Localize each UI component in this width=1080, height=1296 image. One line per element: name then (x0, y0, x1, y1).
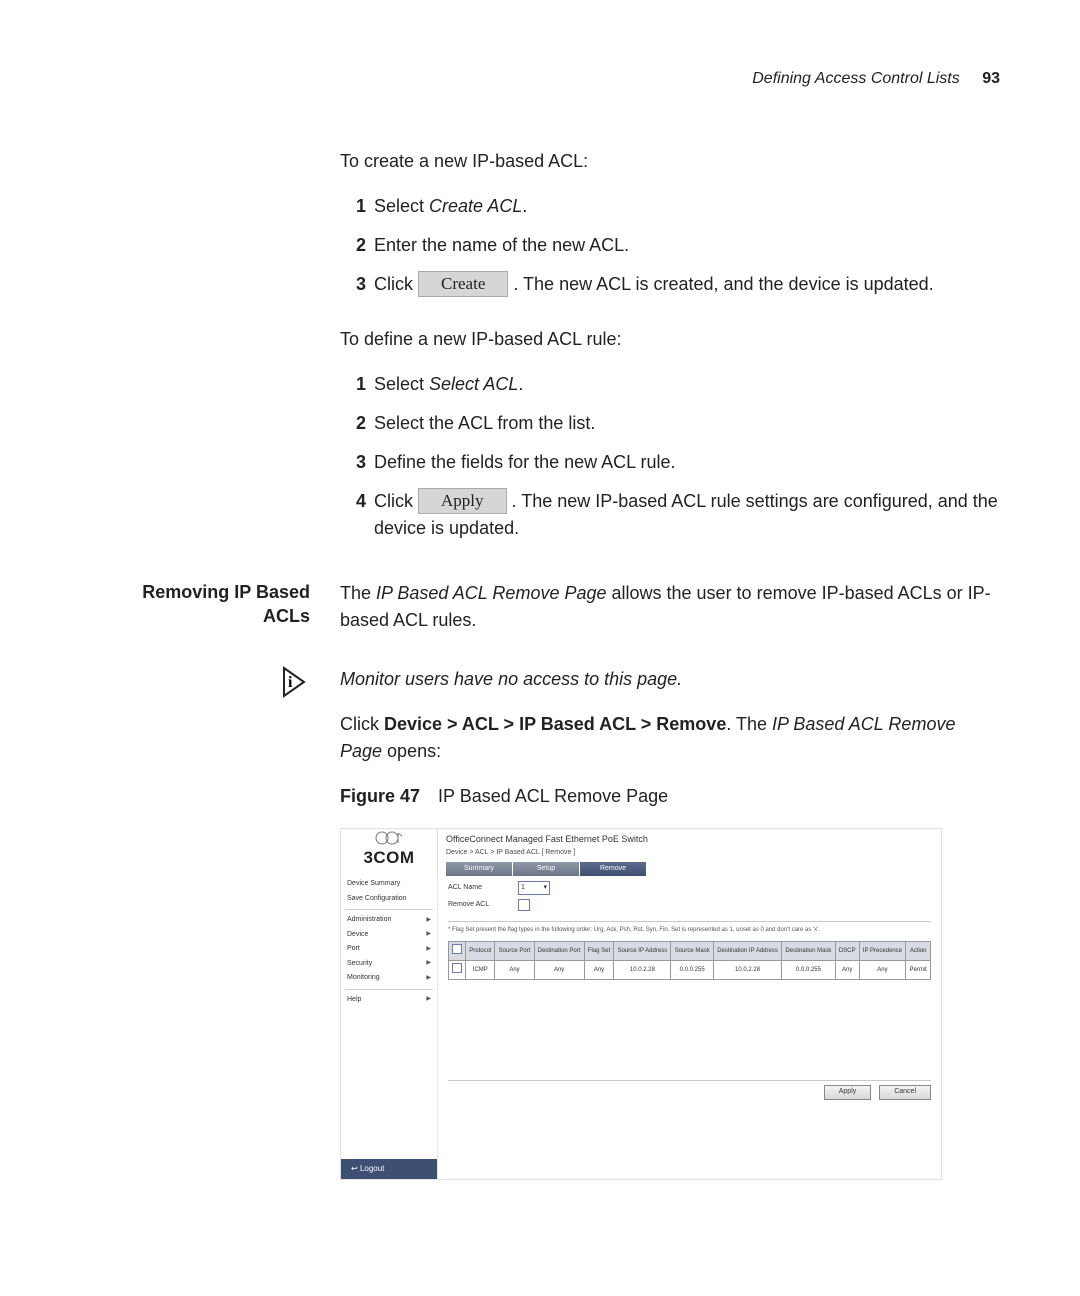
brand-logo: 3COM (341, 829, 438, 873)
flag-note: * Flag Set present the flag types in the… (448, 926, 931, 935)
rule-step-1: 1 Select Select ACL. (340, 371, 1000, 398)
sidebar: Device Summary Save Configuration Admini… (341, 873, 438, 1179)
rule-step-2: 2 Select the ACL from the list. (340, 410, 1000, 437)
sidebar-item-port[interactable]: Port (341, 942, 437, 957)
section-intro: The IP Based ACL Remove Page allows the … (340, 580, 1000, 634)
section-heading: Removing IP Based ACLs (80, 580, 310, 629)
col-checkbox (449, 942, 466, 961)
sidebar-item-administration[interactable]: Administration (341, 913, 437, 928)
steps-create: 1 Select Create ACL. 2 Enter the name of… (340, 193, 1000, 298)
breadcrumb: Device > ACL > IP Based ACL [ Remove ] (446, 848, 933, 859)
info-icon: i (278, 666, 310, 698)
acl-name-select[interactable]: 1 (518, 881, 550, 895)
table-row: ICMP Any Any Any 10.0.2.28 0.0.0.255 10.… (449, 961, 931, 980)
figure-screenshot: 3COM OfficeConnect Managed Fast Ethernet… (340, 828, 942, 1180)
shot-title: OfficeConnect Managed Fast Ethernet PoE … (446, 833, 933, 847)
sidebar-item-security[interactable]: Security (341, 957, 437, 972)
figure-caption: Figure 47IP Based ACL Remove Page (340, 783, 1000, 810)
table-header: Protocol Source Port Destination Port Fl… (449, 942, 931, 961)
rule-step-4: 4 Click Apply . The new IP-based ACL rul… (340, 488, 1000, 542)
shot-cancel-button[interactable]: Cancel (879, 1085, 931, 1100)
step-1: 1 Select Create ACL. (340, 193, 1000, 220)
shot-apply-button[interactable]: Apply (824, 1085, 872, 1100)
rule-step-3: 3 Define the fields for the new ACL rule… (340, 449, 1000, 476)
create-button[interactable]: Create (418, 271, 508, 297)
apply-button[interactable]: Apply (418, 488, 507, 514)
step-3: 3 Click Create . The new ACL is created,… (340, 271, 1000, 298)
sidebar-item-help[interactable]: Help (341, 993, 437, 1008)
remove-acl-checkbox[interactable] (518, 899, 530, 911)
header-title: Defining Access Control Lists (752, 70, 960, 87)
running-header: Defining Access Control Lists 93 (80, 70, 1000, 88)
intro-create: To create a new IP-based ACL: (340, 148, 1000, 175)
remove-acl-row: Remove ACL (448, 899, 931, 911)
steps-rule: 1 Select Select ACL. 2 Select the ACL fr… (340, 371, 1000, 542)
sidebar-item-save-config[interactable]: Save Configuration (341, 892, 437, 907)
acl-table: Protocol Source Port Destination Port Fl… (448, 941, 931, 980)
sidebar-item-device-summary[interactable]: Device Summary (341, 877, 437, 892)
svg-text:i: i (288, 674, 293, 691)
click-path: Click Device > ACL > IP Based ACL > Remo… (340, 711, 1000, 765)
acl-name-row: ACL Name 1 (448, 881, 931, 895)
sidebar-item-device[interactable]: Device (341, 928, 437, 943)
sidebar-item-monitoring[interactable]: Monitoring (341, 971, 437, 986)
step-2: 2 Enter the name of the new ACL. (340, 232, 1000, 259)
monitor-note: Monitor users have no access to this pag… (340, 666, 1000, 693)
row-checkbox[interactable] (452, 963, 462, 973)
page-number: 93 (982, 70, 1000, 87)
intro-rule: To define a new IP-based ACL rule: (340, 326, 1000, 353)
logout-button[interactable]: Logout (341, 1159, 437, 1179)
